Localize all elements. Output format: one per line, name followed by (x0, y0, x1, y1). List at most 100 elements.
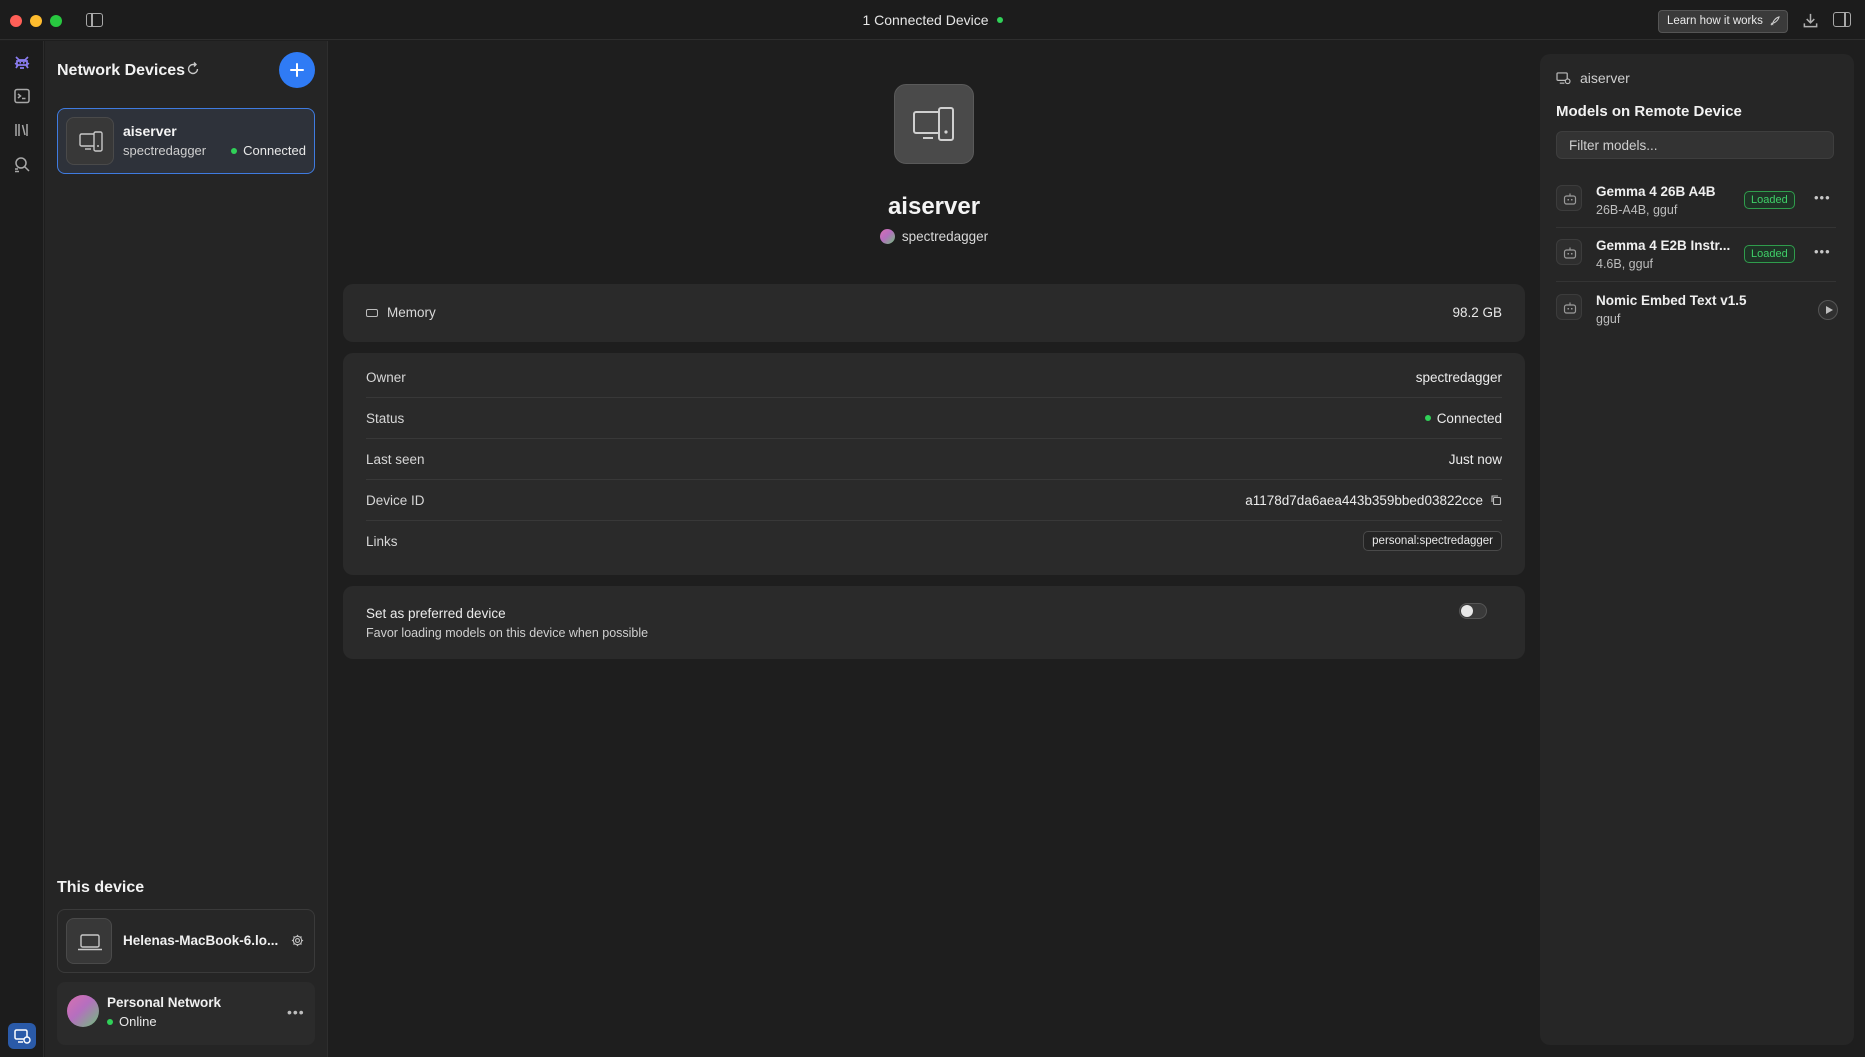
local-device-icon-box (66, 918, 112, 964)
model-name: Gemma 4 26B A4B (1596, 184, 1716, 199)
connected-dot-icon (996, 17, 1003, 24)
desktop-tower-icon (79, 131, 103, 152)
preferred-device-title: Set as preferred device (366, 606, 506, 621)
model-icon-box (1556, 185, 1582, 211)
model-item[interactable]: Gemma 4 26B A4B 26B-A4B, gguf Loaded ••• (1556, 174, 1836, 228)
robot-icon (1563, 193, 1577, 205)
memory-icon (366, 309, 378, 317)
rocket-icon (1770, 16, 1780, 26)
device-name: aiserver (123, 123, 177, 139)
local-device-card[interactable]: Helenas-MacBook-6.lo... (57, 909, 315, 973)
model-name: Nomic Embed Text v1.5 (1596, 293, 1747, 308)
desktop-tower-icon (913, 107, 954, 141)
detail-row-last-seen: Last seen Just now (366, 439, 1502, 480)
status-text: Connected (1436, 411, 1502, 426)
loaded-badge: Loaded (1744, 191, 1795, 209)
add-device-button[interactable] (279, 52, 315, 88)
memory-card: Memory 98.2 GB (343, 284, 1525, 342)
navigation-rail (0, 41, 44, 1057)
more-options-icon[interactable]: ••• (1814, 244, 1831, 259)
detail-label: Links (366, 534, 398, 549)
copy-icon[interactable] (1490, 494, 1502, 506)
detail-row-device-id: Device ID a1178d7da6aea443b359bbed03822c… (366, 480, 1502, 521)
network-status: Online (107, 1014, 157, 1029)
this-device-heading: This device (57, 879, 145, 896)
online-dot-icon (107, 1018, 113, 1025)
device-title: aiserver (887, 193, 981, 220)
remote-models-panel: aiserver Models on Remote Device Gemma 4… (1540, 54, 1854, 1045)
memory-label: Memory (387, 305, 436, 320)
model-name: Gemma 4 E2B Instr... (1596, 238, 1731, 253)
remote-models-title: Models on Remote Device (1556, 103, 1742, 120)
link-chip[interactable]: personal:spectredagger (1363, 531, 1502, 551)
network-avatar (67, 995, 99, 1027)
learn-how-it-works-button[interactable]: Learn how it works (1658, 10, 1788, 33)
detail-value: spectredagger (1415, 370, 1502, 385)
owner-handle: spectredagger (901, 229, 989, 244)
network-status-text: Online (119, 1014, 157, 1029)
more-options-icon[interactable]: ••• (287, 1004, 305, 1020)
window-title-text: 1 Connected Device (862, 12, 989, 28)
panel-title: Network Devices (57, 62, 186, 79)
network-devices-panel: Network Devices aiserver spectredagger C… (45, 41, 328, 1057)
network-name: Personal Network (107, 995, 222, 1010)
status-dot-icon (1424, 415, 1431, 422)
refresh-icon[interactable] (185, 61, 201, 77)
window-title: 1 Connected Device (0, 12, 1865, 28)
device-card-aiserver[interactable]: aiserver spectredagger Connected (57, 108, 315, 174)
model-meta: 26B-A4B, gguf (1596, 203, 1678, 217)
detail-value: a1178d7da6aea443b359bbed03822cce (1245, 493, 1502, 508)
robot-icon (1563, 247, 1577, 259)
load-model-play-icon[interactable] (1818, 300, 1838, 320)
detail-label: Owner (366, 370, 406, 385)
device-details-card: Owner spectredagger Status Connected Las… (343, 353, 1525, 575)
developer-icon[interactable] (12, 120, 32, 140)
device-id-text: a1178d7da6aea443b359bbed03822cce (1245, 493, 1483, 508)
device-status-text: Connected (243, 143, 306, 158)
detail-row-owner: Owner spectredagger (366, 357, 1502, 398)
owner-avatar (879, 228, 895, 244)
chat-icon[interactable] (12, 86, 32, 106)
network-card[interactable]: Personal Network Online ••• (57, 982, 315, 1045)
laptop-icon (78, 934, 102, 951)
local-device-name: Helenas-MacBook-6.lo... (123, 933, 279, 948)
preferred-device-toggle[interactable] (1459, 603, 1487, 619)
discover-icon[interactable] (12, 154, 32, 174)
memory-value: 98.2 GB (1452, 305, 1502, 320)
download-icon[interactable] (1802, 12, 1819, 29)
remote-device-name: aiserver (1580, 70, 1630, 86)
model-icon-box (1556, 239, 1582, 265)
detail-label: Status (366, 411, 405, 426)
status-dot-icon (231, 147, 238, 154)
robot-icon (1563, 302, 1577, 314)
device-hero-icon (894, 84, 974, 164)
device-icon-box (66, 117, 114, 165)
device-owner-line: spectredagger (329, 228, 1539, 245)
model-meta: 4.6B, gguf (1596, 257, 1653, 271)
detail-row-links: Links personal:spectredagger (366, 521, 1502, 562)
model-item[interactable]: Gemma 4 E2B Instr... 4.6B, gguf Loaded •… (1556, 228, 1836, 282)
model-icon-box (1556, 294, 1582, 320)
device-detail-view: aiserver spectredagger Memory 98.2 GB Ow… (329, 41, 1539, 1057)
preferred-device-subtitle: Favor loading models on this device when… (366, 626, 649, 640)
detail-label: Last seen (366, 452, 425, 467)
more-options-icon[interactable]: ••• (1814, 190, 1831, 205)
detail-label: Device ID (366, 493, 425, 508)
right-panel-toggle-icon[interactable] (1833, 12, 1851, 27)
devices-icon[interactable] (12, 1026, 32, 1046)
learn-button-label: Learn how it works (1667, 15, 1763, 27)
filter-models-input[interactable] (1556, 131, 1834, 159)
model-meta: gguf (1596, 312, 1621, 326)
detail-row-status: Status Connected (366, 398, 1502, 439)
preferred-device-card: Set as preferred device Favor loading mo… (343, 586, 1525, 659)
device-owner: spectredagger (123, 143, 207, 158)
model-item[interactable]: Nomic Embed Text v1.5 gguf (1556, 283, 1838, 337)
remote-device-icon (1556, 72, 1571, 85)
app-logo-icon[interactable] (12, 52, 32, 72)
title-bar: 1 Connected Device Learn how it works (0, 0, 1865, 40)
detail-value: Connected (1424, 411, 1502, 426)
gear-icon[interactable] (290, 933, 305, 948)
loaded-badge: Loaded (1744, 245, 1795, 263)
device-status: Connected (231, 143, 306, 158)
detail-value: Just now (1448, 452, 1502, 467)
